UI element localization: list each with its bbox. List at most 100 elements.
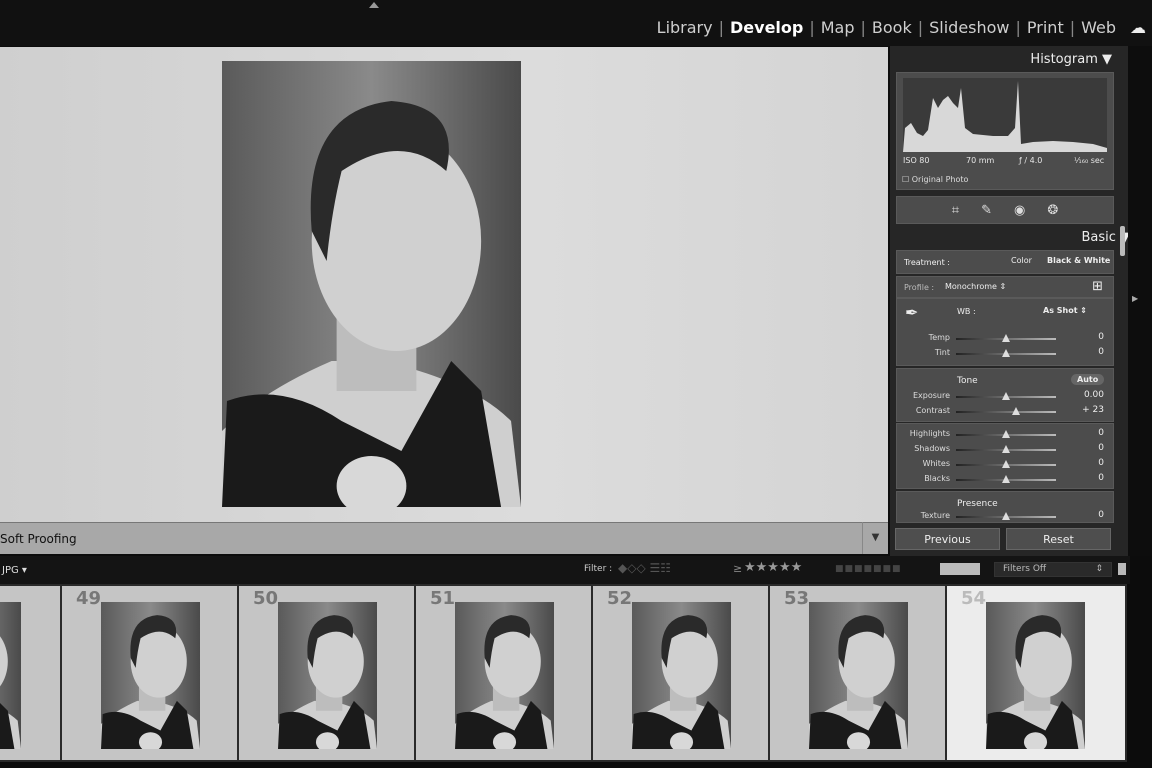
frame-number: 52 [607, 588, 633, 609]
filter-lock-icon[interactable] [1118, 563, 1126, 575]
reset-button[interactable]: Reset [1006, 528, 1111, 550]
expand-arrow-icon[interactable]: ▶ [1132, 294, 1138, 303]
frame-number: 51 [430, 588, 456, 609]
slider-value[interactable]: 0 [1098, 443, 1104, 453]
soft-proofing-toggle[interactable]: Soft Proofing [0, 532, 77, 546]
thumbnail [101, 602, 200, 749]
slider-thumb[interactable] [1012, 407, 1020, 415]
slider-thumb[interactable] [1002, 430, 1010, 438]
module-develop[interactable]: Develop [724, 18, 809, 37]
filmstrip-frame[interactable]: 49 [62, 586, 237, 760]
module-slideshow[interactable]: Slideshow [923, 18, 1015, 37]
original-photo-checkbox[interactable]: ☐ Original Photo [902, 175, 968, 184]
filmstrip-frame[interactable]: 53 [770, 586, 945, 760]
toolbar-dropdown[interactable]: ▼ [862, 522, 888, 554]
filmstrip-frame[interactable]: 50 [239, 586, 414, 760]
slider-track[interactable] [956, 430, 1056, 438]
previous-button[interactable]: Previous [895, 528, 1000, 550]
masking-icon[interactable]: ❂ [1047, 203, 1058, 218]
slider-value[interactable]: 0 [1098, 347, 1104, 357]
filmstrip-frame[interactable]: 54 [947, 586, 1125, 760]
exif-aperture: ƒ / 4.0 [1019, 156, 1043, 165]
slider-track[interactable] [956, 407, 1056, 415]
cloud-icon[interactable]: ☁ [1130, 18, 1146, 37]
slider-track[interactable] [956, 445, 1056, 453]
module-print[interactable]: Print [1021, 18, 1070, 37]
treatment-black-white[interactable]: Black & White [1047, 256, 1110, 265]
rating-operator[interactable]: ≥ [733, 562, 742, 575]
slider-thumb[interactable] [1002, 475, 1010, 483]
slider-tint: Tint 0 [896, 347, 1114, 359]
slider-value[interactable]: 0.00 [1084, 390, 1104, 400]
color-label-filters[interactable]: ■■■■■■■ [835, 564, 902, 574]
slider-track[interactable] [956, 475, 1056, 483]
wb-select[interactable]: As Shot ⇕ [1043, 306, 1087, 315]
slider-track[interactable] [956, 349, 1056, 357]
thumbnail [809, 602, 908, 749]
source-dropdown[interactable]: JPG ▾ [2, 565, 27, 576]
top-panel-toggle[interactable] [369, 2, 379, 8]
flag-filter-icons[interactable]: ◆◇◇ ☰☷ [618, 561, 671, 575]
slider-exposure: Exposure 0.00 [896, 390, 1114, 402]
profile-browser-icon[interactable]: ⊞ [1092, 279, 1103, 294]
filmstrip-frame[interactable]: 51 [416, 586, 591, 760]
slider-value[interactable]: 0 [1098, 332, 1104, 342]
slider-label: Shadows [914, 444, 950, 453]
slider-label: Tint [934, 348, 950, 357]
slider-value[interactable]: 0 [1098, 458, 1104, 468]
slider-label: Blacks [924, 474, 950, 483]
slider-contrast: Contrast + 23 [896, 405, 1114, 417]
custom-filter-toggles[interactable] [940, 563, 980, 575]
filter-label: Filter : [584, 564, 613, 574]
slider-track[interactable] [956, 512, 1056, 520]
profile-select[interactable]: Monochrome ⇕ [945, 282, 1006, 291]
thumbnail [986, 602, 1085, 749]
module-library[interactable]: Library [651, 18, 719, 37]
filmstrip-header: JPG ▾ Filter : ◆◇◇ ☰☷ ≥ ★★★★★ ■■■■■■■ Fi… [0, 556, 1130, 584]
thumbnail [632, 602, 731, 749]
basic-title: Basic [1081, 230, 1116, 245]
slider-blacks: Blacks 0 [896, 473, 1114, 485]
slider-track[interactable] [956, 392, 1056, 400]
slider-thumb[interactable] [1002, 334, 1010, 342]
frame-number: 54 [961, 588, 987, 609]
toolbar [0, 522, 888, 554]
wb-label: WB : [957, 307, 976, 316]
module-book[interactable]: Book [866, 18, 918, 37]
filters-dropdown[interactable]: Filters Off ⇕ [994, 562, 1112, 577]
slider-track[interactable] [956, 460, 1056, 468]
right-panel-edge[interactable]: ▶ [1128, 46, 1152, 556]
module-map[interactable]: Map [815, 18, 861, 37]
slider-value[interactable]: 0 [1098, 510, 1104, 520]
profile-value: Monochrome [945, 282, 997, 291]
panel-scrollbar[interactable] [1120, 226, 1125, 256]
slider-value[interactable]: 0 [1098, 473, 1104, 483]
module-web[interactable]: Web [1075, 18, 1122, 37]
exif-shutter: ¹⁄₁₆₀ sec [1074, 156, 1105, 165]
filmstrip-frame-partial[interactable] [0, 586, 60, 760]
slider-label: Exposure [912, 391, 950, 400]
slider-value[interactable]: + 23 [1082, 405, 1104, 415]
crop-icon[interactable]: ⌗ [952, 203, 959, 218]
treatment-color[interactable]: Color [1011, 256, 1032, 265]
slider-thumb[interactable] [1002, 445, 1010, 453]
frame-number: 49 [76, 588, 102, 609]
slider-thumb[interactable] [1002, 349, 1010, 357]
histogram-header[interactable]: Histogram ▼ [1030, 52, 1112, 67]
thumbnail [278, 602, 377, 749]
auto-button[interactable]: Auto [1071, 374, 1105, 385]
healing-icon[interactable]: ✎ [981, 203, 992, 218]
rating-stars[interactable]: ★★★★★ [744, 560, 802, 575]
slider-thumb[interactable] [1002, 512, 1010, 520]
slider-temp: Temp 0 [896, 332, 1114, 344]
slider-thumb[interactable] [1002, 392, 1010, 400]
main-photo [222, 61, 521, 507]
profile-label: Profile : [904, 283, 935, 292]
slider-thumb[interactable] [1002, 460, 1010, 468]
filmstrip-frame[interactable]: 52 [593, 586, 768, 760]
red-eye-icon[interactable]: ◉ [1014, 203, 1025, 218]
slider-track[interactable] [956, 334, 1056, 342]
original-photo-label: Original Photo [911, 175, 969, 184]
eyedropper-icon[interactable]: ✒ [905, 303, 918, 322]
slider-value[interactable]: 0 [1098, 428, 1104, 438]
